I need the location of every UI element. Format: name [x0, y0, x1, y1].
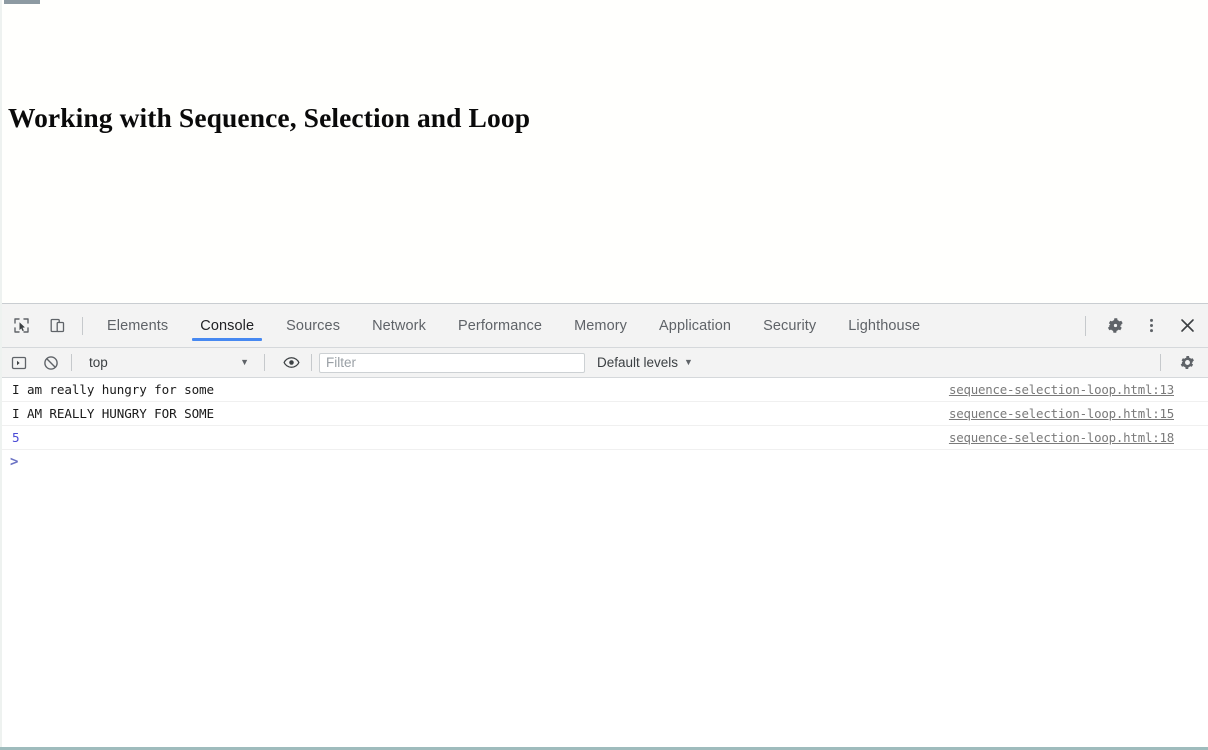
console-prompt-chevron-icon: > [10, 454, 19, 470]
console-message-list[interactable]: I am really hungry for some sequence-sel… [0, 378, 1208, 746]
tab-memory[interactable]: Memory [558, 304, 643, 348]
log-levels-label: Default levels [597, 355, 679, 370]
console-message-row[interactable]: 5 sequence-selection-loop.html:18 [0, 426, 1208, 450]
devtools-more-options-button[interactable] [1136, 311, 1166, 341]
gear-icon [1179, 354, 1196, 371]
viewport-left-edge [0, 0, 2, 750]
console-sidebar-toggle-button[interactable] [6, 351, 32, 375]
devtools-tabbar-actions [1077, 311, 1202, 341]
tab-label: Console [200, 317, 255, 334]
tab-label: Elements [107, 317, 169, 334]
gear-icon [1106, 316, 1125, 335]
tab-label: Performance [457, 317, 543, 334]
clear-console-icon [43, 355, 59, 371]
chevron-down-icon: ▼ [684, 357, 693, 367]
tab-console[interactable]: Console [184, 304, 270, 348]
console-message-row[interactable]: I AM REALLY HUNGRY FOR SOME sequence-sel… [0, 402, 1208, 426]
tab-security[interactable]: Security [747, 304, 832, 348]
console-message-source-link[interactable]: sequence-selection-loop.html:15 [949, 406, 1174, 421]
kebab-menu-icon [1143, 317, 1160, 334]
console-settings-button[interactable] [1174, 351, 1200, 375]
toolbar-divider [311, 354, 312, 371]
devtools-settings-button[interactable] [1100, 311, 1130, 341]
web-page-content: Working with Sequence, Selection and Loo… [0, 0, 1208, 303]
eye-icon [282, 354, 300, 371]
tab-performance[interactable]: Performance [442, 304, 558, 348]
console-message-source-link[interactable]: sequence-selection-loop.html:18 [949, 430, 1174, 445]
console-sidebar-icon [11, 355, 27, 371]
toolbar-divider [71, 354, 72, 371]
tab-sources[interactable]: Sources [270, 304, 356, 348]
toolbar-divider [264, 354, 265, 371]
tab-label: Application [659, 317, 732, 334]
tab-lighthouse[interactable]: Lighthouse [832, 304, 936, 348]
tab-network[interactable]: Network [356, 304, 442, 348]
inspect-element-button[interactable] [6, 311, 36, 341]
execution-context-label: top [89, 355, 108, 370]
console-prompt-row[interactable]: > [0, 450, 1208, 474]
device-toolbar-icon [49, 317, 66, 334]
clear-console-button[interactable] [38, 351, 64, 375]
console-filter-input[interactable] [319, 352, 585, 373]
chevron-down-icon: ▼ [240, 357, 249, 367]
devtools-tabbar: Elements Console Sources Network Perform… [0, 304, 1208, 348]
console-message-text: I AM REALLY HUNGRY FOR SOME [12, 406, 215, 421]
tab-label: Sources [286, 317, 341, 334]
device-toolbar-button[interactable] [42, 311, 72, 341]
console-log-levels-selector[interactable]: Default levels ▼ [597, 355, 693, 370]
console-message-text: 5 [12, 430, 20, 445]
devtools-tab-list: Elements Console Sources Network Perform… [91, 304, 1077, 348]
inspect-element-icon [13, 317, 30, 334]
page-title: Working with Sequence, Selection and Loo… [8, 102, 531, 134]
console-prompt-input[interactable] [18, 452, 1208, 472]
console-live-expression-button[interactable] [278, 351, 304, 375]
console-message-row[interactable]: I am really hungry for some sequence-sel… [0, 378, 1208, 402]
tab-label: Security [763, 317, 817, 334]
tab-application[interactable]: Application [643, 304, 747, 348]
tab-label: Network [372, 317, 426, 334]
close-icon [1178, 316, 1197, 335]
console-toolbar: top ▼ Default levels ▼ [0, 348, 1208, 378]
toolbar-divider [82, 316, 83, 335]
execution-context-selector[interactable]: top ▼ [79, 352, 257, 374]
tab-label: Memory [574, 317, 628, 334]
browser-chrome-sliver [4, 0, 40, 4]
console-message-source-link[interactable]: sequence-selection-loop.html:13 [949, 382, 1174, 397]
tab-label: Lighthouse [848, 317, 921, 334]
console-message-text: I am really hungry for some [12, 382, 215, 397]
devtools-close-button[interactable] [1172, 311, 1202, 341]
toolbar-divider [1160, 354, 1161, 371]
devtools-panel: Elements Console Sources Network Perform… [0, 303, 1208, 747]
toolbar-divider [1085, 315, 1086, 336]
tab-elements[interactable]: Elements [91, 304, 184, 348]
